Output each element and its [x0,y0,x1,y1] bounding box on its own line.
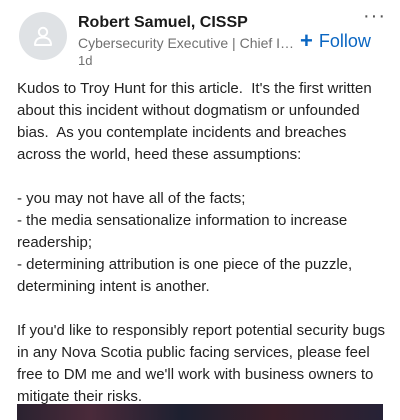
post-paragraph: Kudos to Troy Hunt for this article. It'… [17,80,376,163]
author-name[interactable]: Robert Samuel, CISSP [78,14,248,32]
post-paragraph: - you may not have all of the facts; - t… [17,190,353,295]
follow-button[interactable]: + Follow [300,30,371,52]
more-options-icon[interactable]: ··· [363,6,386,26]
post-media-preview[interactable] [17,404,383,420]
post-card: Robert Samuel, CISSP Cybersecurity Execu… [0,0,400,420]
post-body: Kudos to Troy Hunt for this article. It'… [17,78,387,408]
post-paragraph: If you'd like to responsibly report pote… [17,322,390,405]
person-silhouette-icon [34,26,52,46]
avatar[interactable] [19,12,67,60]
post-timestamp: 1d [78,53,93,68]
plus-icon: + [300,28,313,53]
author-headline: Cybersecurity Executive | Chief Infor… [78,35,296,51]
follow-label: Follow [318,30,371,51]
